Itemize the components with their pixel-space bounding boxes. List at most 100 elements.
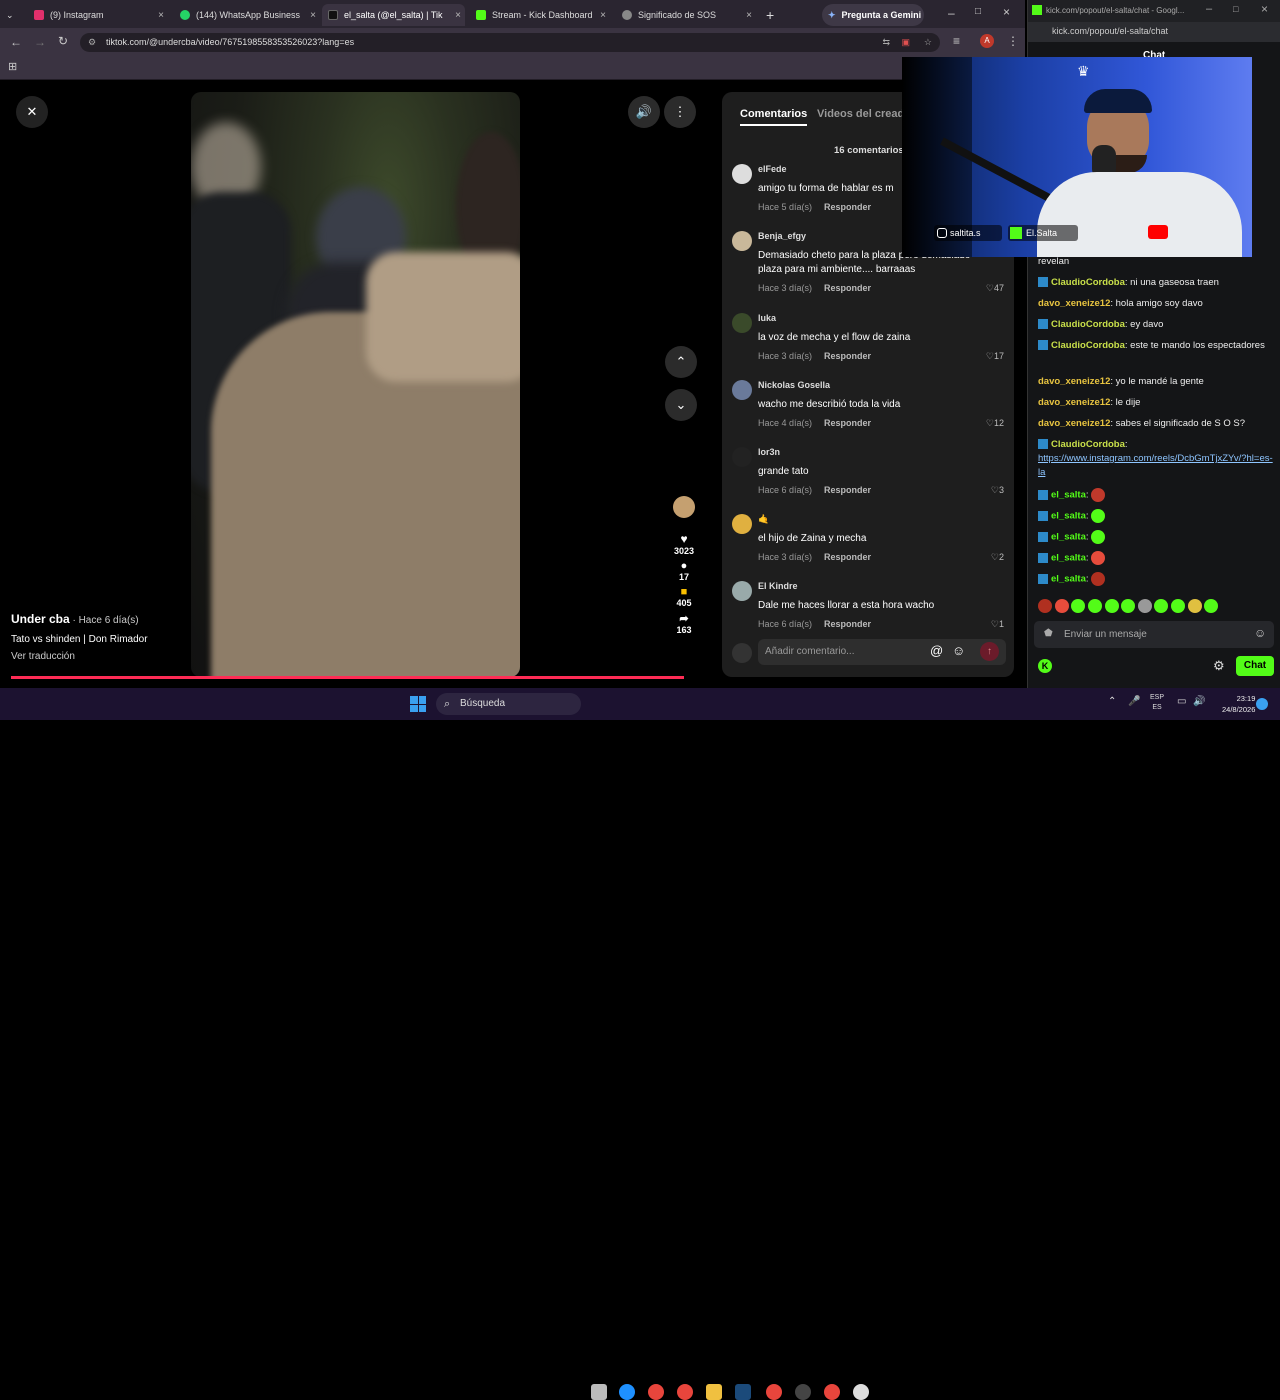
see-translation-link[interactable]: Ver traducción — [11, 651, 148, 662]
close-window-icon[interactable]: × — [1261, 2, 1268, 16]
avatar[interactable] — [732, 231, 752, 251]
avatar[interactable] — [732, 380, 752, 400]
avatar[interactable] — [732, 581, 752, 601]
emote-icon — [1171, 599, 1186, 613]
tab-significado[interactable]: Significado de SOS × — [616, 4, 756, 26]
comment-like[interactable]: ♡1 — [991, 619, 1004, 630]
profile-avatar-icon[interactable]: A — [980, 34, 994, 48]
back-icon[interactable]: ← — [10, 35, 22, 49]
steam-icon[interactable] — [735, 1384, 751, 1400]
reply-button[interactable]: Responder — [824, 619, 871, 629]
tab-comments[interactable]: Comentarios — [740, 108, 808, 126]
chrome-profile2-icon[interactable] — [824, 1384, 840, 1400]
comment-like[interactable]: ♡2 — [991, 552, 1004, 563]
tab-instagram[interactable]: (9) Instagram × — [28, 4, 168, 26]
bookmarks-bar: ⊞ — [0, 56, 1025, 80]
badge-icon — [1038, 490, 1048, 500]
kick-logo-icon[interactable]: K — [1038, 659, 1052, 673]
video-progress-bar[interactable] — [11, 676, 684, 679]
gemini-button[interactable]: ✦ Pregunta a Gemini — [822, 4, 924, 26]
chat-link[interactable]: https://www.instagram.com/reels/DcbGmTjx… — [1038, 453, 1273, 478]
notification-icon[interactable] — [1256, 698, 1268, 710]
close-icon[interactable]: × — [600, 10, 606, 21]
menu-lines-icon[interactable]: ≡ — [953, 34, 960, 48]
mic-icon[interactable]: 🎤 — [1128, 696, 1140, 707]
obs-icon[interactable] — [795, 1384, 811, 1400]
avatar[interactable] — [732, 313, 752, 333]
comments-button[interactable]: ● 17 — [668, 560, 700, 582]
tab-kick-dashboard[interactable]: Stream - Kick Dashboard × — [470, 4, 610, 26]
taskbar-search[interactable]: ⌕ Búsqueda — [436, 693, 581, 715]
cast-icon[interactable]: ▣ — [901, 33, 910, 52]
like-button[interactable]: ♥ 3023 — [668, 532, 700, 556]
reload-icon[interactable]: ↻ — [58, 34, 68, 48]
maximize-icon[interactable]: □ — [1233, 4, 1238, 14]
language-indicator[interactable]: ESP ES — [1150, 693, 1164, 713]
tab-creator-videos[interactable]: Videos del creado — [817, 108, 911, 120]
emoji-icon[interactable]: ☺ — [952, 643, 965, 658]
tray-chevron-icon[interactable]: ⌃ — [1108, 696, 1116, 707]
apps-grid-icon[interactable]: ⊞ — [8, 60, 17, 73]
previous-video-button[interactable]: ⌃ — [665, 346, 697, 378]
next-video-button[interactable]: ⌄ — [665, 389, 697, 421]
new-tab-button[interactable]: + — [760, 4, 782, 26]
mention-icon[interactable]: @ — [930, 643, 943, 658]
settings-gear-icon[interactable]: ⚙ — [1213, 658, 1225, 674]
file-explorer-icon[interactable] — [706, 1384, 722, 1400]
address-bar[interactable]: ⚙ tiktok.com/@undercba/video/76751985583… — [80, 33, 940, 52]
close-icon[interactable]: × — [746, 10, 752, 21]
minimize-icon[interactable]: – — [1206, 3, 1212, 15]
site-info-icon[interactable]: ⚙ — [88, 33, 96, 52]
chrome-profile-icon[interactable] — [766, 1384, 782, 1400]
author-name[interactable]: Under cba — [11, 612, 70, 626]
save-button[interactable]: ■ 405 — [668, 586, 700, 608]
task-view-icon[interactable] — [591, 1384, 607, 1400]
close-window-icon[interactable]: × — [1003, 5, 1010, 19]
reply-button[interactable]: Responder — [824, 552, 871, 562]
comment-like[interactable]: ♡17 — [986, 351, 1004, 362]
chrome-icon[interactable] — [648, 1384, 664, 1400]
reply-button[interactable]: Responder — [824, 485, 871, 495]
video-player[interactable] — [191, 92, 520, 677]
close-icon[interactable]: × — [310, 10, 316, 21]
reply-button[interactable]: Responder — [824, 351, 871, 361]
maximize-icon[interactable]: □ — [975, 6, 981, 17]
close-icon[interactable]: × — [158, 10, 164, 21]
more-vertical-icon[interactable]: ⋮ — [1007, 34, 1019, 48]
chat-input[interactable]: ⬟ Enviar un mensaje ☺ — [1034, 621, 1274, 648]
share-button[interactable]: ➦ 163 — [668, 612, 700, 635]
close-video-button[interactable]: ✕ — [16, 96, 48, 128]
volume-icon[interactable]: 🔊 — [1193, 696, 1205, 707]
translate-icon[interactable]: ⇆ — [882, 33, 890, 52]
send-chat-button[interactable]: Chat — [1236, 656, 1274, 676]
clock[interactable]: 23:19 24/8/2026 — [1222, 693, 1255, 715]
tab-whatsapp[interactable]: (144) WhatsApp Business × — [174, 4, 320, 26]
minimize-icon[interactable]: – — [948, 6, 955, 20]
tab-list-button[interactable]: ⌄ — [0, 4, 26, 26]
send-comment-button[interactable]: ↑ — [980, 642, 999, 661]
comment-input[interactable]: Añadir comentario... @ ☺ ↑ — [758, 639, 1006, 665]
bookmark-star-icon[interactable]: ☆ — [924, 33, 932, 52]
tab-tiktok[interactable]: el_salta (@el_salta) | Tik × — [322, 4, 465, 26]
forward-icon[interactable]: → — [34, 35, 46, 49]
reply-button[interactable]: Responder — [824, 283, 871, 293]
reply-button[interactable]: Responder — [824, 418, 871, 428]
chevron-up-icon: ⌃ — [675, 354, 687, 369]
creator-avatar[interactable] — [673, 496, 695, 518]
reply-button[interactable]: Responder — [824, 202, 871, 212]
emoji-icon[interactable]: ☺ — [1254, 626, 1266, 640]
avatar[interactable] — [732, 447, 752, 467]
avatar[interactable] — [732, 164, 752, 184]
more-options-button[interactable]: ⋮ — [664, 96, 696, 128]
volume-button[interactable]: 🔊 — [628, 96, 660, 128]
opera-icon[interactable] — [677, 1384, 693, 1400]
comment-like[interactable]: ♡47 — [986, 283, 1004, 294]
network-icon[interactable]: ▭ — [1177, 696, 1186, 707]
comment-like[interactable]: ♡3 — [991, 485, 1004, 496]
app-icon[interactable] — [853, 1384, 869, 1400]
edge-icon[interactable] — [619, 1384, 635, 1400]
avatar[interactable] — [732, 514, 752, 534]
windows-start-icon[interactable] — [410, 696, 426, 712]
comment-like[interactable]: ♡12 — [986, 418, 1004, 429]
close-icon[interactable]: × — [455, 10, 461, 21]
